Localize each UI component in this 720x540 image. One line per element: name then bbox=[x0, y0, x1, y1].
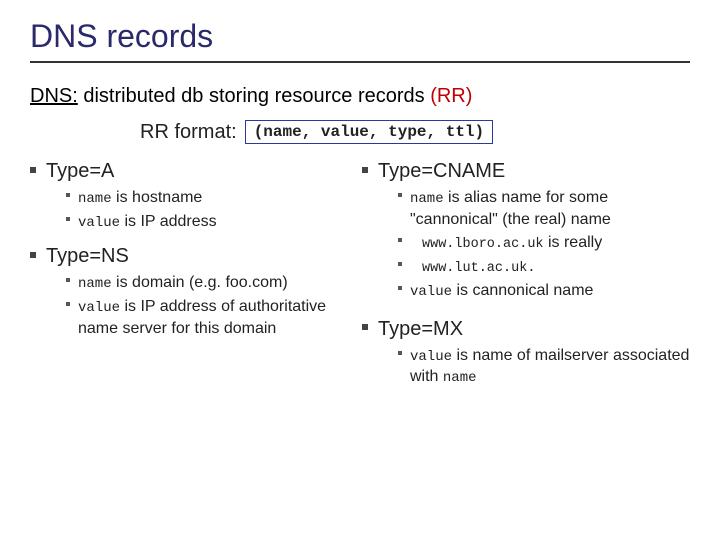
type-mx-list: value is name of mailserver associated w… bbox=[398, 345, 690, 389]
bullet-icon bbox=[66, 302, 70, 306]
bullet-icon bbox=[362, 324, 368, 330]
bullet-icon bbox=[66, 217, 70, 221]
subtitle-dns: DNS: bbox=[30, 85, 78, 107]
type-ns-list: name is domain (e.g. foo.com) value is I… bbox=[66, 272, 354, 339]
bullet-icon bbox=[398, 193, 402, 197]
bullet-icon bbox=[66, 278, 70, 282]
type-ns-heading: Type=NS bbox=[30, 245, 354, 268]
type-cname-list: name is alias name for some "cannonical"… bbox=[398, 187, 690, 302]
list-item: name is hostname bbox=[66, 187, 354, 209]
bullet-icon bbox=[398, 262, 402, 266]
bullet-icon bbox=[398, 351, 402, 355]
type-a-label: Type=A bbox=[46, 160, 114, 182]
type-ns-label: Type=NS bbox=[46, 245, 129, 267]
code-name: name bbox=[78, 276, 112, 292]
right-column: Type=CNAME name is alias name for some "… bbox=[360, 160, 690, 400]
list-item: www.lboro.ac.uk is really bbox=[398, 232, 690, 254]
list-item: value is cannonical name bbox=[398, 280, 690, 302]
rr-format-row: RR format: (name, value, type, ttl) bbox=[140, 120, 690, 144]
text: is IP address bbox=[120, 213, 217, 230]
type-mx-label: Type=MX bbox=[378, 318, 463, 340]
type-a-list: name is hostname value is IP address bbox=[66, 187, 354, 233]
text: is cannonical name bbox=[452, 282, 593, 299]
bullet-icon bbox=[362, 167, 368, 173]
bullet-icon bbox=[398, 286, 402, 290]
type-a-heading: Type=A bbox=[30, 160, 354, 183]
rr-format-box: (name, value, type, ttl) bbox=[245, 120, 493, 144]
subtitle-rr: (RR) bbox=[430, 85, 472, 107]
code-value: value bbox=[410, 284, 452, 300]
bullet-icon bbox=[30, 252, 36, 258]
subtitle-rest: distributed db storing resource records bbox=[78, 85, 430, 107]
bullet-icon bbox=[398, 238, 402, 242]
code-name: name bbox=[410, 191, 444, 207]
bullet-icon bbox=[30, 167, 36, 173]
left-column: Type=A name is hostname value is IP addr… bbox=[30, 160, 360, 400]
code-host-lut: www.lut.ac.uk. bbox=[422, 261, 535, 276]
type-cname-heading: Type=CNAME bbox=[362, 160, 690, 183]
bullet-icon bbox=[66, 193, 70, 197]
list-item: www.lut.ac.uk. bbox=[398, 256, 690, 278]
text: is hostname bbox=[112, 189, 203, 206]
code-name: name bbox=[78, 191, 112, 207]
list-item: value is IP address bbox=[66, 211, 354, 233]
slide-subtitle: DNS: distributed db storing resource rec… bbox=[30, 85, 690, 108]
code-host-lboro: www.lboro.ac.uk bbox=[422, 237, 544, 252]
type-cname-label: Type=CNAME bbox=[378, 160, 505, 182]
code-value: value bbox=[78, 215, 120, 231]
code-value: value bbox=[78, 300, 120, 316]
list-item: value is name of mailserver associated w… bbox=[398, 345, 690, 389]
code-name: name bbox=[443, 370, 477, 386]
content-columns: Type=A name is hostname value is IP addr… bbox=[30, 160, 690, 400]
list-item: name is alias name for some "cannonical"… bbox=[398, 187, 690, 230]
list-item: value is IP address of authoritative nam… bbox=[66, 296, 354, 339]
list-item: name is domain (e.g. foo.com) bbox=[66, 272, 354, 294]
code-value: value bbox=[410, 349, 452, 365]
title-divider bbox=[30, 61, 690, 63]
text: is domain (e.g. foo.com) bbox=[112, 274, 288, 291]
text: is really bbox=[544, 234, 603, 251]
slide-title: DNS records bbox=[30, 18, 690, 55]
rr-format-label: RR format: bbox=[140, 121, 237, 144]
type-mx-heading: Type=MX bbox=[362, 318, 690, 341]
